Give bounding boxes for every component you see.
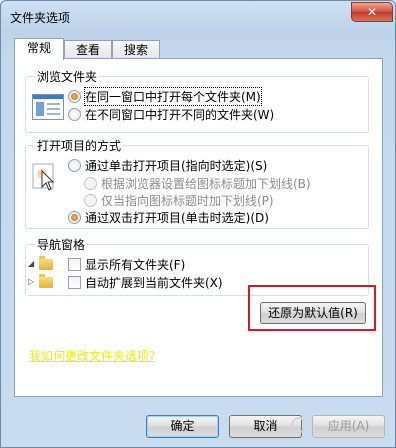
close-button[interactable]: ✕ xyxy=(351,2,393,22)
open-same-window-label: 在同一窗口中打开每个文件夹(M) xyxy=(84,87,262,106)
underline-point-label: 仅当指向图标标题时加下划线(P) xyxy=(101,194,274,208)
open-new-window-label: 在不同窗口中打开不同的文件夹(W) xyxy=(85,108,275,122)
navigation-pane-title: 导航窗格 xyxy=(35,236,88,253)
checkbox[interactable] xyxy=(68,276,81,289)
radio-button-disabled[interactable] xyxy=(84,177,97,190)
help-link[interactable]: 我如何更改文件夹选项? xyxy=(29,347,155,364)
folder-icon xyxy=(39,274,53,288)
double-click-radio[interactable]: 通过双击打开项目(单击时选定)(D) xyxy=(68,209,269,226)
radio-button[interactable] xyxy=(68,159,81,172)
title-bar[interactable]: 文件夹选项 ✕ xyxy=(1,1,395,31)
browse-folders-title: 浏览文件夹 xyxy=(35,68,100,85)
radio-button[interactable] xyxy=(68,108,81,121)
underline-browser-radio[interactable]: 根据浏览器设置给图标标题加下划线(B) xyxy=(84,175,311,192)
apply-button[interactable]: 应用(A) xyxy=(312,415,385,438)
ok-button[interactable]: 确定 xyxy=(146,415,219,438)
show-all-folders-label: 显示所有文件夹(F) xyxy=(85,258,186,272)
click-items-title: 打开项目的方式 xyxy=(35,137,124,154)
close-icon: ✕ xyxy=(366,5,378,19)
show-all-folders-checkbox[interactable]: 显示所有文件夹(F) xyxy=(68,256,185,273)
tab-search[interactable]: 搜索 xyxy=(112,40,160,59)
radio-button-selected[interactable] xyxy=(68,90,81,103)
auto-expand-checkbox[interactable]: 自动扩展到当前文件夹(X) xyxy=(68,274,223,291)
open-same-window-radio[interactable]: 在同一窗口中打开每个文件夹(M) xyxy=(68,87,262,106)
folder-window-icon xyxy=(32,94,64,120)
cancel-button[interactable]: 取消 xyxy=(229,415,302,438)
click-items-group: 打开项目的方式 通过单击打开项目(指向时选定)(S) 根据浏览器设置给图标标题加… xyxy=(25,137,369,229)
tab-view[interactable]: 查看 xyxy=(64,40,112,59)
radio-button-selected[interactable] xyxy=(68,211,81,224)
auto-expand-label: 自动扩展到当前文件夹(X) xyxy=(85,276,223,290)
restore-defaults-button[interactable]: 还原为默认值(R) xyxy=(260,302,366,324)
click-cursor-icon xyxy=(32,163,55,191)
folder-icon xyxy=(39,256,53,270)
collapsed-arrow-icon: ▷ xyxy=(28,277,35,286)
checkbox[interactable] xyxy=(68,258,81,271)
tab-general[interactable]: 常规 xyxy=(14,38,64,60)
underline-point-radio[interactable]: 仅当指向图标标题时加下划线(P) xyxy=(84,192,274,209)
window-title: 文件夹选项 xyxy=(10,11,71,25)
underline-browser-label: 根据浏览器设置给图标标题加下划线(B) xyxy=(101,177,311,191)
single-click-label: 通过单击打开项目(指向时选定)(S) xyxy=(85,159,268,173)
open-new-window-radio[interactable]: 在不同窗口中打开不同的文件夹(W) xyxy=(68,106,274,123)
expanded-arrow-icon: ◢ xyxy=(28,259,35,268)
double-click-label: 通过双击打开项目(单击时选定)(D) xyxy=(85,211,269,225)
single-click-radio[interactable]: 通过单击打开项目(指向时选定)(S) xyxy=(68,157,267,174)
radio-button-disabled[interactable] xyxy=(84,194,97,207)
folder-options-window: 文件夹选项 ✕ 常规 查看 搜索 浏览文件夹 在同一窗口中打开每个文件夹(M) … xyxy=(0,0,396,448)
browse-folders-group: 浏览文件夹 在同一窗口中打开每个文件夹(M) 在不同窗口中打开不同的文件夹(W) xyxy=(25,68,369,133)
